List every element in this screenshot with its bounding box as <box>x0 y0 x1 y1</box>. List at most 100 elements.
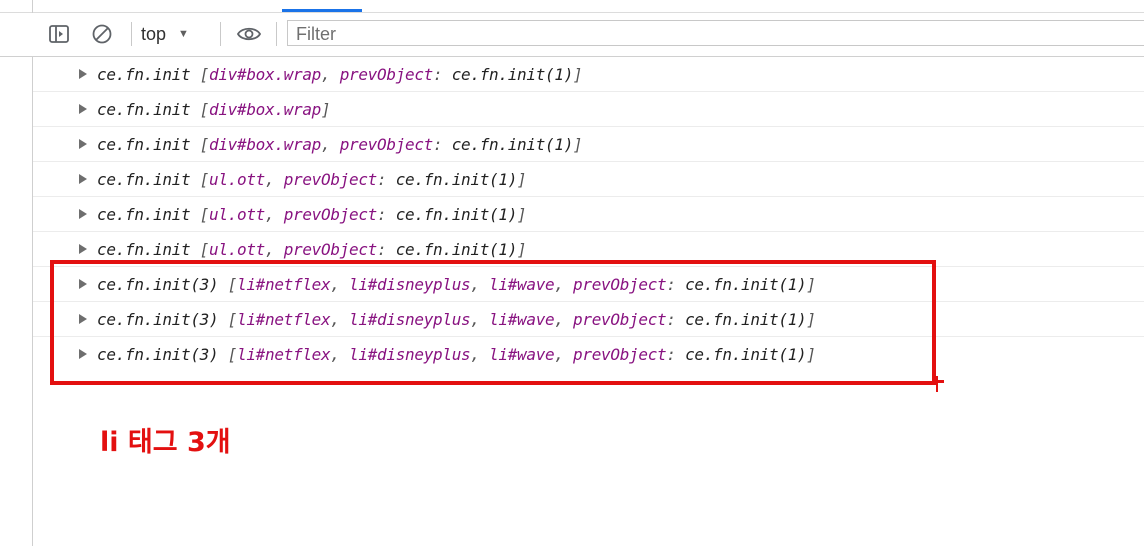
console-message-text: ce.fn.init [div#box.wrap, prevObject: ce… <box>97 134 583 154</box>
expand-triangle-icon[interactable] <box>79 104 87 114</box>
message-token: li#netflex <box>237 274 331 294</box>
message-token: ] <box>806 274 816 294</box>
message-token: prevObject <box>283 169 378 189</box>
message-token: li#netflex <box>237 344 331 364</box>
active-tab-indicator <box>282 9 362 12</box>
console-message-text: ce.fn.init [ul.ott, prevObject: ce.fn.in… <box>97 239 527 259</box>
message-token: [ <box>227 274 238 294</box>
expand-triangle-icon[interactable] <box>79 314 87 324</box>
message-token: ce.fn.init(1) <box>685 309 807 329</box>
message-token: ] <box>321 99 331 119</box>
message-token: , <box>470 309 490 329</box>
console-message-text: ce.fn.init [ul.ott, prevObject: ce.fn.in… <box>97 169 527 189</box>
message-token: : <box>666 309 686 329</box>
message-token: ] <box>573 134 583 154</box>
message-token: ce.fn.init(1) <box>395 204 518 224</box>
toolbar-separator <box>220 22 221 46</box>
message-token: ce.fn.init(3) <box>97 309 228 329</box>
message-token: prevObject <box>573 344 667 364</box>
message-token: , <box>321 134 340 154</box>
expand-triangle-icon[interactable] <box>79 174 87 184</box>
message-token: ce.fn.init <box>97 239 200 259</box>
expand-triangle-icon[interactable] <box>79 279 87 289</box>
devtools-tab-strip <box>0 0 1144 13</box>
message-token: , <box>554 309 574 329</box>
context-selector[interactable]: top ▼ <box>141 22 189 46</box>
message-token: prevObject <box>573 274 667 294</box>
sidebar-toggle-icon[interactable] <box>48 23 70 45</box>
filter-input[interactable] <box>287 20 1144 46</box>
message-token: prevObject <box>283 204 378 224</box>
console-message-text: ce.fn.init(3) [li#netflex, li#disneyplus… <box>97 275 816 294</box>
toolbar-separator <box>131 22 132 46</box>
message-token: ce.fn.init(1) <box>451 134 574 154</box>
console-message-text: ce.fn.init [ul.ott, prevObject: ce.fn.in… <box>97 204 527 224</box>
message-token: prevObject <box>339 64 434 84</box>
message-token: , <box>554 274 574 294</box>
console-message-row[interactable]: ce.fn.init [ul.ott, prevObject: ce.fn.in… <box>33 162 1144 197</box>
console-message-row[interactable]: ce.fn.init(3) [li#netflex, li#disneyplus… <box>33 337 1144 371</box>
message-token: ul.ott <box>209 239 266 259</box>
console-message-text: ce.fn.init(3) [li#netflex, li#disneyplus… <box>97 345 816 364</box>
message-token: : <box>377 169 396 189</box>
dropdown-caret-icon: ▼ <box>178 28 189 40</box>
message-token: ul.ott <box>209 204 266 224</box>
message-token: ] <box>517 239 527 259</box>
expand-triangle-icon[interactable] <box>79 209 87 219</box>
console-toolbar: top ▼ <box>0 13 1144 57</box>
message-token: ce.fn.init(1) <box>395 239 518 259</box>
message-token: ] <box>806 309 816 329</box>
message-token: prevObject <box>573 309 667 329</box>
message-token: ] <box>806 344 816 364</box>
message-token: , <box>330 309 350 329</box>
message-token: , <box>265 239 284 259</box>
console-message-row[interactable]: ce.fn.init [ul.ott, prevObject: ce.fn.in… <box>33 232 1144 267</box>
message-token: : <box>433 134 452 154</box>
message-token: [ <box>199 239 210 259</box>
message-token: ul.ott <box>209 169 266 189</box>
message-token: , <box>321 64 340 84</box>
message-token: ce.fn.init <box>97 99 200 119</box>
expand-triangle-icon[interactable] <box>79 139 87 149</box>
console-message-text: ce.fn.init [div#box.wrap, prevObject: ce… <box>97 64 583 84</box>
message-token: [ <box>227 344 238 364</box>
message-token: div#box.wrap <box>209 134 322 154</box>
message-token: : <box>377 239 396 259</box>
message-token: [ <box>199 169 210 189</box>
message-token: [ <box>199 64 210 84</box>
message-token: ce.fn.init(1) <box>685 344 807 364</box>
message-token: [ <box>199 204 210 224</box>
message-token: ] <box>573 64 583 84</box>
message-token: [ <box>199 99 210 119</box>
clear-console-icon[interactable] <box>91 23 113 45</box>
annotation-label: li 태그 3개 <box>100 427 231 458</box>
message-token: , <box>470 344 490 364</box>
highlight-box-mark <box>936 376 938 392</box>
expand-triangle-icon[interactable] <box>79 349 87 359</box>
message-token: prevObject <box>283 239 378 259</box>
eye-icon[interactable] <box>236 23 262 45</box>
console-message-row[interactable]: ce.fn.init [div#box.wrap, prevObject: ce… <box>33 127 1144 162</box>
message-token: li#disneyplus <box>349 309 471 329</box>
message-token: ce.fn.init <box>97 64 200 84</box>
expand-triangle-icon[interactable] <box>79 244 87 254</box>
context-label: top <box>141 23 167 44</box>
console-message-row[interactable]: ce.fn.init(3) [li#netflex, li#disneyplus… <box>33 302 1144 337</box>
toolbar-separator <box>276 22 277 46</box>
message-token: [ <box>227 309 238 329</box>
console-message-row[interactable]: ce.fn.init [ul.ott, prevObject: ce.fn.in… <box>33 197 1144 232</box>
message-token: ce.fn.init <box>97 204 200 224</box>
console-message-text: ce.fn.init [div#box.wrap] <box>97 99 331 119</box>
message-token: div#box.wrap <box>209 99 322 119</box>
message-token: : <box>377 204 396 224</box>
message-token: li#disneyplus <box>349 344 471 364</box>
console-message-row[interactable]: ce.fn.init [div#box.wrap, prevObject: ce… <box>33 57 1144 92</box>
console-message-row[interactable]: ce.fn.init(3) [li#netflex, li#disneyplus… <box>33 267 1144 302</box>
console-message-row[interactable]: ce.fn.init [div#box.wrap] <box>33 92 1144 127</box>
expand-triangle-icon[interactable] <box>79 69 87 79</box>
message-token: li#netflex <box>237 309 331 329</box>
message-token: prevObject <box>339 134 434 154</box>
message-token: ce.fn.init(1) <box>395 169 518 189</box>
message-token: : <box>433 64 452 84</box>
message-token: , <box>554 344 574 364</box>
